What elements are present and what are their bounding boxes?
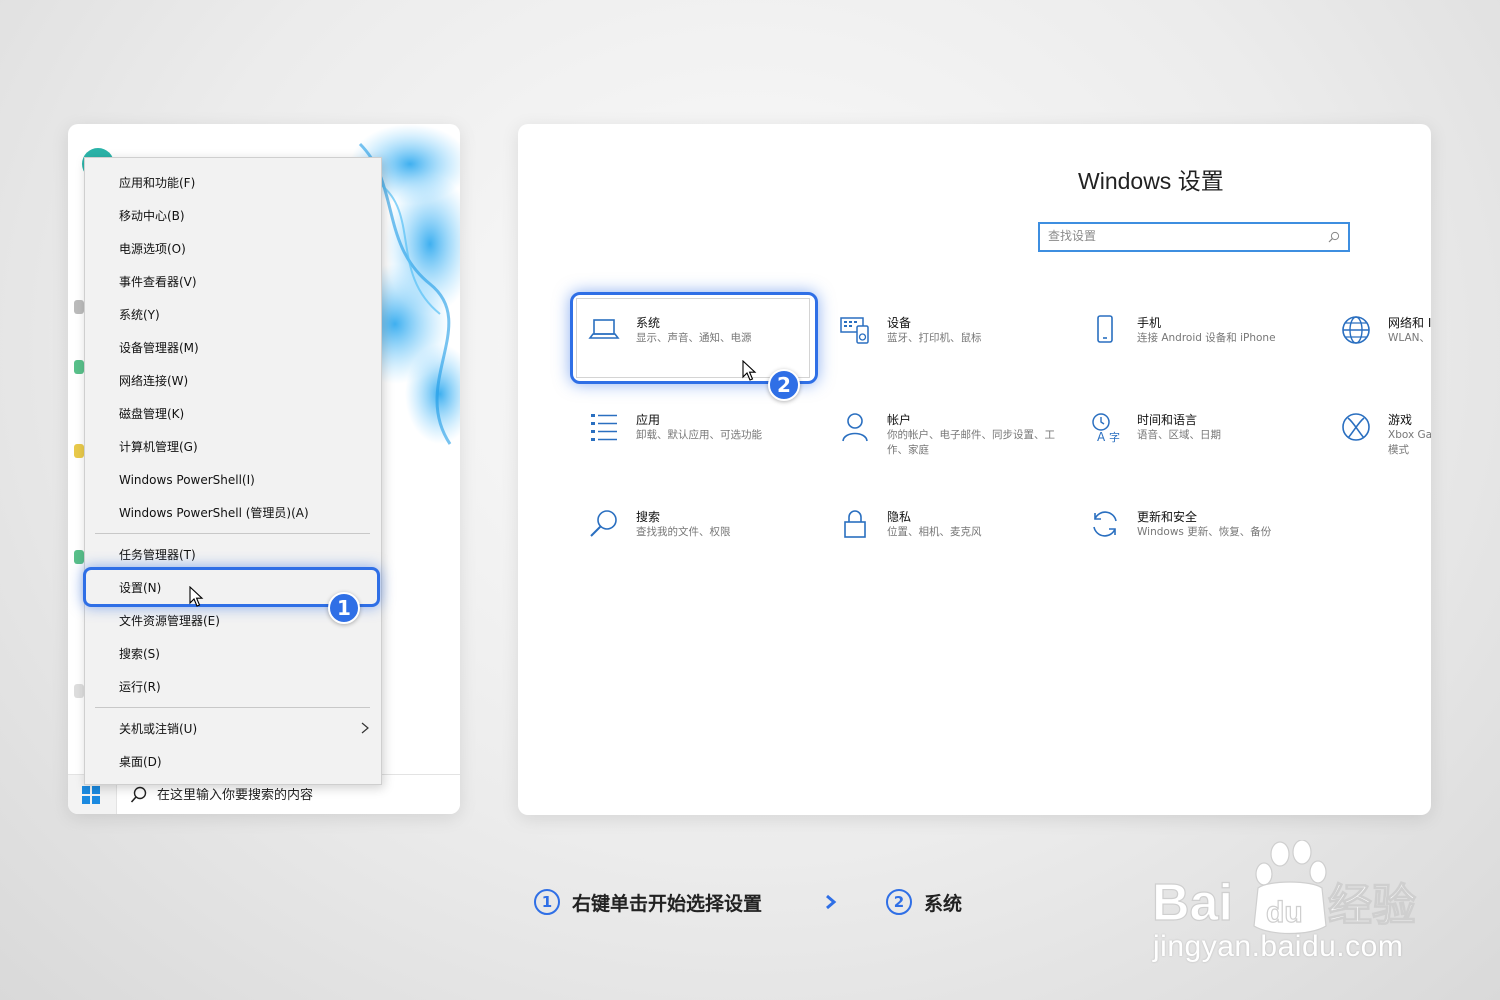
menu-item-powershell-admin[interactable]: Windows PowerShell (管理员)(A) — [85, 496, 381, 529]
svg-text:经验: 经验 — [1328, 880, 1416, 931]
caption-step-1: 1 右键单击开始选择设置 — [534, 886, 762, 918]
lock-icon — [844, 510, 866, 538]
menu-item-apps-features[interactable]: 应用和功能(F) — [85, 166, 381, 199]
mouse-cursor-icon — [742, 360, 757, 381]
settings-title: Windows 设置 — [1078, 168, 1224, 194]
tile-accounts[interactable]: 帐户 你的帐户、电子邮件、同步设置、工作、家庭 — [839, 411, 1069, 481]
menu-item-device-manager[interactable]: 设备管理器(M) — [85, 331, 381, 364]
menu-item-desktop[interactable]: 桌面(D) — [85, 745, 381, 778]
chevron-right-icon — [826, 894, 837, 910]
step-badge-2: 2 — [768, 369, 800, 401]
taskbar-search-input[interactable] — [157, 787, 397, 803]
windows-settings-panel: Windows 设置 系统 显示、声音、通知、电源 设备 蓝牙、打印机、鼠标 — [518, 124, 1431, 815]
menu-item-computer-management[interactable]: 计算机管理(G) — [85, 430, 381, 463]
refresh-icon — [1093, 511, 1117, 537]
windows-start-icon[interactable] — [82, 786, 100, 804]
search-icon — [130, 786, 147, 803]
tile-apps-name: 应用 — [636, 413, 661, 427]
settings-search-input[interactable] — [1048, 229, 1318, 243]
watermark-url: jingyan.baidu.com — [1153, 930, 1404, 963]
menu-item-powershell[interactable]: Windows PowerShell(I) — [85, 463, 381, 496]
mouse-cursor-icon — [189, 586, 204, 607]
tile-network-name: 网络和 I — [1388, 316, 1431, 330]
caption-step-2-number: 2 — [886, 889, 912, 915]
tile-update-security-desc: Windows 更新、恢复、备份 — [1137, 526, 1272, 538]
devices-icon — [840, 317, 869, 344]
svg-text:A: A — [1097, 430, 1106, 443]
tile-time-language[interactable]: A 字 时间和语言 语音、区域、日期 — [1089, 411, 1319, 481]
tile-update-security-name: 更新和安全 — [1137, 510, 1198, 524]
tile-system-name: 系统 — [636, 316, 661, 330]
menu-item-mobility-center[interactable]: 移动中心(B) — [85, 199, 381, 232]
tile-devices-desc: 蓝牙、打印机、鼠标 — [887, 332, 982, 344]
caption-step-2: 2 系统 — [886, 886, 962, 918]
tile-system-desc: 显示、声音、通知、电源 — [636, 332, 752, 344]
tile-privacy-desc: 位置、相机、麦克风 — [887, 526, 982, 538]
search-icon — [590, 510, 617, 537]
tile-search-name: 搜索 — [636, 510, 661, 524]
desktop-icon-4[interactable] — [74, 444, 84, 458]
chevron-right-icon — [361, 722, 369, 734]
person-icon — [842, 413, 868, 442]
time-language-icon: A 字 — [1092, 413, 1120, 443]
tile-time-language-desc: 语音、区域、日期 — [1137, 429, 1221, 441]
svg-text:字: 字 — [1109, 430, 1120, 443]
desktop-icon-6[interactable] — [74, 684, 84, 698]
menu-item-network-connections[interactable]: 网络连接(W) — [85, 364, 381, 397]
tile-accounts-name: 帐户 — [887, 413, 912, 427]
caption-step-1-text: 右键单击开始选择设置 — [572, 892, 763, 915]
menu-item-shutdown-signout[interactable]: 关机或注销(U) — [85, 712, 381, 745]
tile-privacy-name: 隐私 — [887, 510, 912, 524]
desktop-icon-2[interactable] — [74, 300, 84, 314]
desktop-icon-5[interactable] — [74, 550, 84, 564]
tile-gaming-desc: Xbox Ga 模式 — [1388, 429, 1431, 456]
tile-search[interactable]: 搜索 查找我的文件、权限 — [588, 508, 818, 578]
apps-list-icon — [591, 414, 617, 441]
caption-step-1-number: 1 — [534, 889, 560, 915]
menu-item-power-options[interactable]: 电源选项(O) — [85, 232, 381, 265]
globe-icon — [1342, 316, 1370, 344]
tile-devices-name: 设备 — [887, 316, 912, 330]
laptop-icon — [588, 319, 620, 339]
menu-item-search[interactable]: 搜索(S) — [85, 637, 381, 670]
tile-gaming[interactable]: 游戏 Xbox Ga 模式 — [1340, 411, 1431, 481]
step-badge-1: 1 — [328, 592, 360, 624]
tile-phone-name: 手机 — [1137, 316, 1162, 330]
svg-text:Bai: Bai — [1152, 874, 1233, 932]
tile-network-desc: WLAN、 — [1388, 332, 1431, 344]
tile-update-security[interactable]: 更新和安全 Windows 更新、恢复、备份 — [1089, 508, 1319, 578]
menu-separator — [95, 533, 370, 534]
tile-phone[interactable]: 手机 连接 Android 设备和 iPhone — [1089, 314, 1319, 384]
tile-apps-desc: 卸载、默认应用、可选功能 — [636, 429, 762, 441]
menu-item-shutdown-label: 关机或注销(U) — [119, 722, 198, 736]
menu-separator — [95, 707, 370, 708]
xbox-icon — [1342, 413, 1370, 441]
tile-privacy[interactable]: 隐私 位置、相机、麦克风 — [839, 508, 1069, 578]
tile-devices[interactable]: 设备 蓝牙、打印机、鼠标 — [839, 314, 1069, 384]
tile-accounts-desc: 你的帐户、电子邮件、同步设置、工作、家庭 — [887, 429, 1055, 456]
tile-gaming-name: 游戏 — [1388, 413, 1413, 427]
menu-item-event-viewer[interactable]: 事件查看器(V) — [85, 265, 381, 298]
tile-search-desc: 查找我的文件、权限 — [636, 526, 731, 538]
phone-icon — [1097, 315, 1113, 343]
desktop-icon-3[interactable] — [74, 360, 84, 374]
start-context-menu: 应用和功能(F) 移动中心(B) 电源选项(O) 事件查看器(V) 系统(Y) … — [84, 157, 382, 785]
menu-item-disk-management[interactable]: 磁盘管理(K) — [85, 397, 381, 430]
tile-time-language-name: 时间和语言 — [1137, 413, 1198, 427]
svg-text:du: du — [1266, 896, 1303, 929]
tile-apps[interactable]: 应用 卸载、默认应用、可选功能 — [588, 411, 818, 481]
menu-item-system[interactable]: 系统(Y) — [85, 298, 381, 331]
tile-phone-desc: 连接 Android 设备和 iPhone — [1137, 332, 1276, 344]
settings-search-box[interactable] — [1038, 222, 1350, 252]
caption-step-2-text: 系统 — [924, 892, 963, 915]
search-icon — [1328, 231, 1340, 243]
menu-item-run[interactable]: 运行(R) — [85, 670, 381, 703]
tile-network[interactable]: 网络和 I WLAN、 — [1340, 314, 1431, 384]
